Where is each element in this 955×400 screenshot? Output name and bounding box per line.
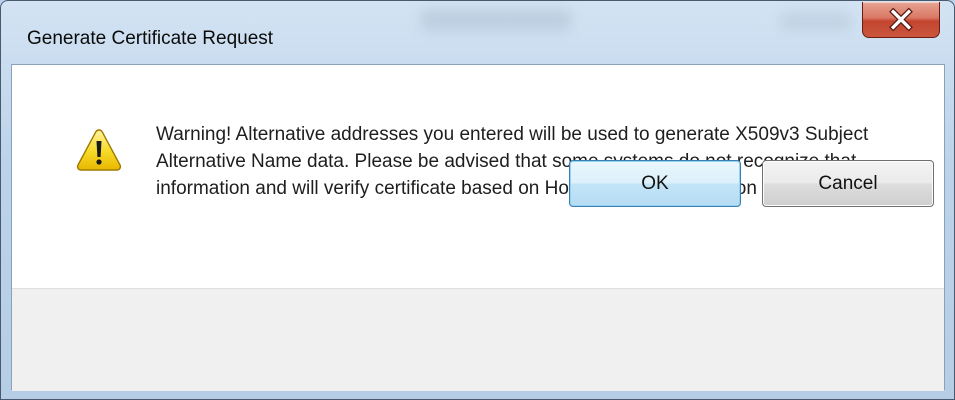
dialog-window: Generate Certificate Request Warning! Al… bbox=[0, 0, 955, 400]
cancel-button[interactable]: Cancel bbox=[762, 160, 934, 207]
ok-button[interactable]: OK bbox=[569, 160, 741, 207]
frame-background-blur bbox=[421, 9, 571, 31]
dialog-client-area: Warning! Alternative addresses you enter… bbox=[11, 64, 945, 391]
close-icon bbox=[889, 7, 913, 32]
button-bar bbox=[12, 288, 944, 391]
frame-background-blur bbox=[781, 13, 851, 29]
window-title: Generate Certificate Request bbox=[27, 28, 274, 49]
warning-icon bbox=[76, 129, 122, 171]
close-button[interactable] bbox=[862, 2, 940, 38]
